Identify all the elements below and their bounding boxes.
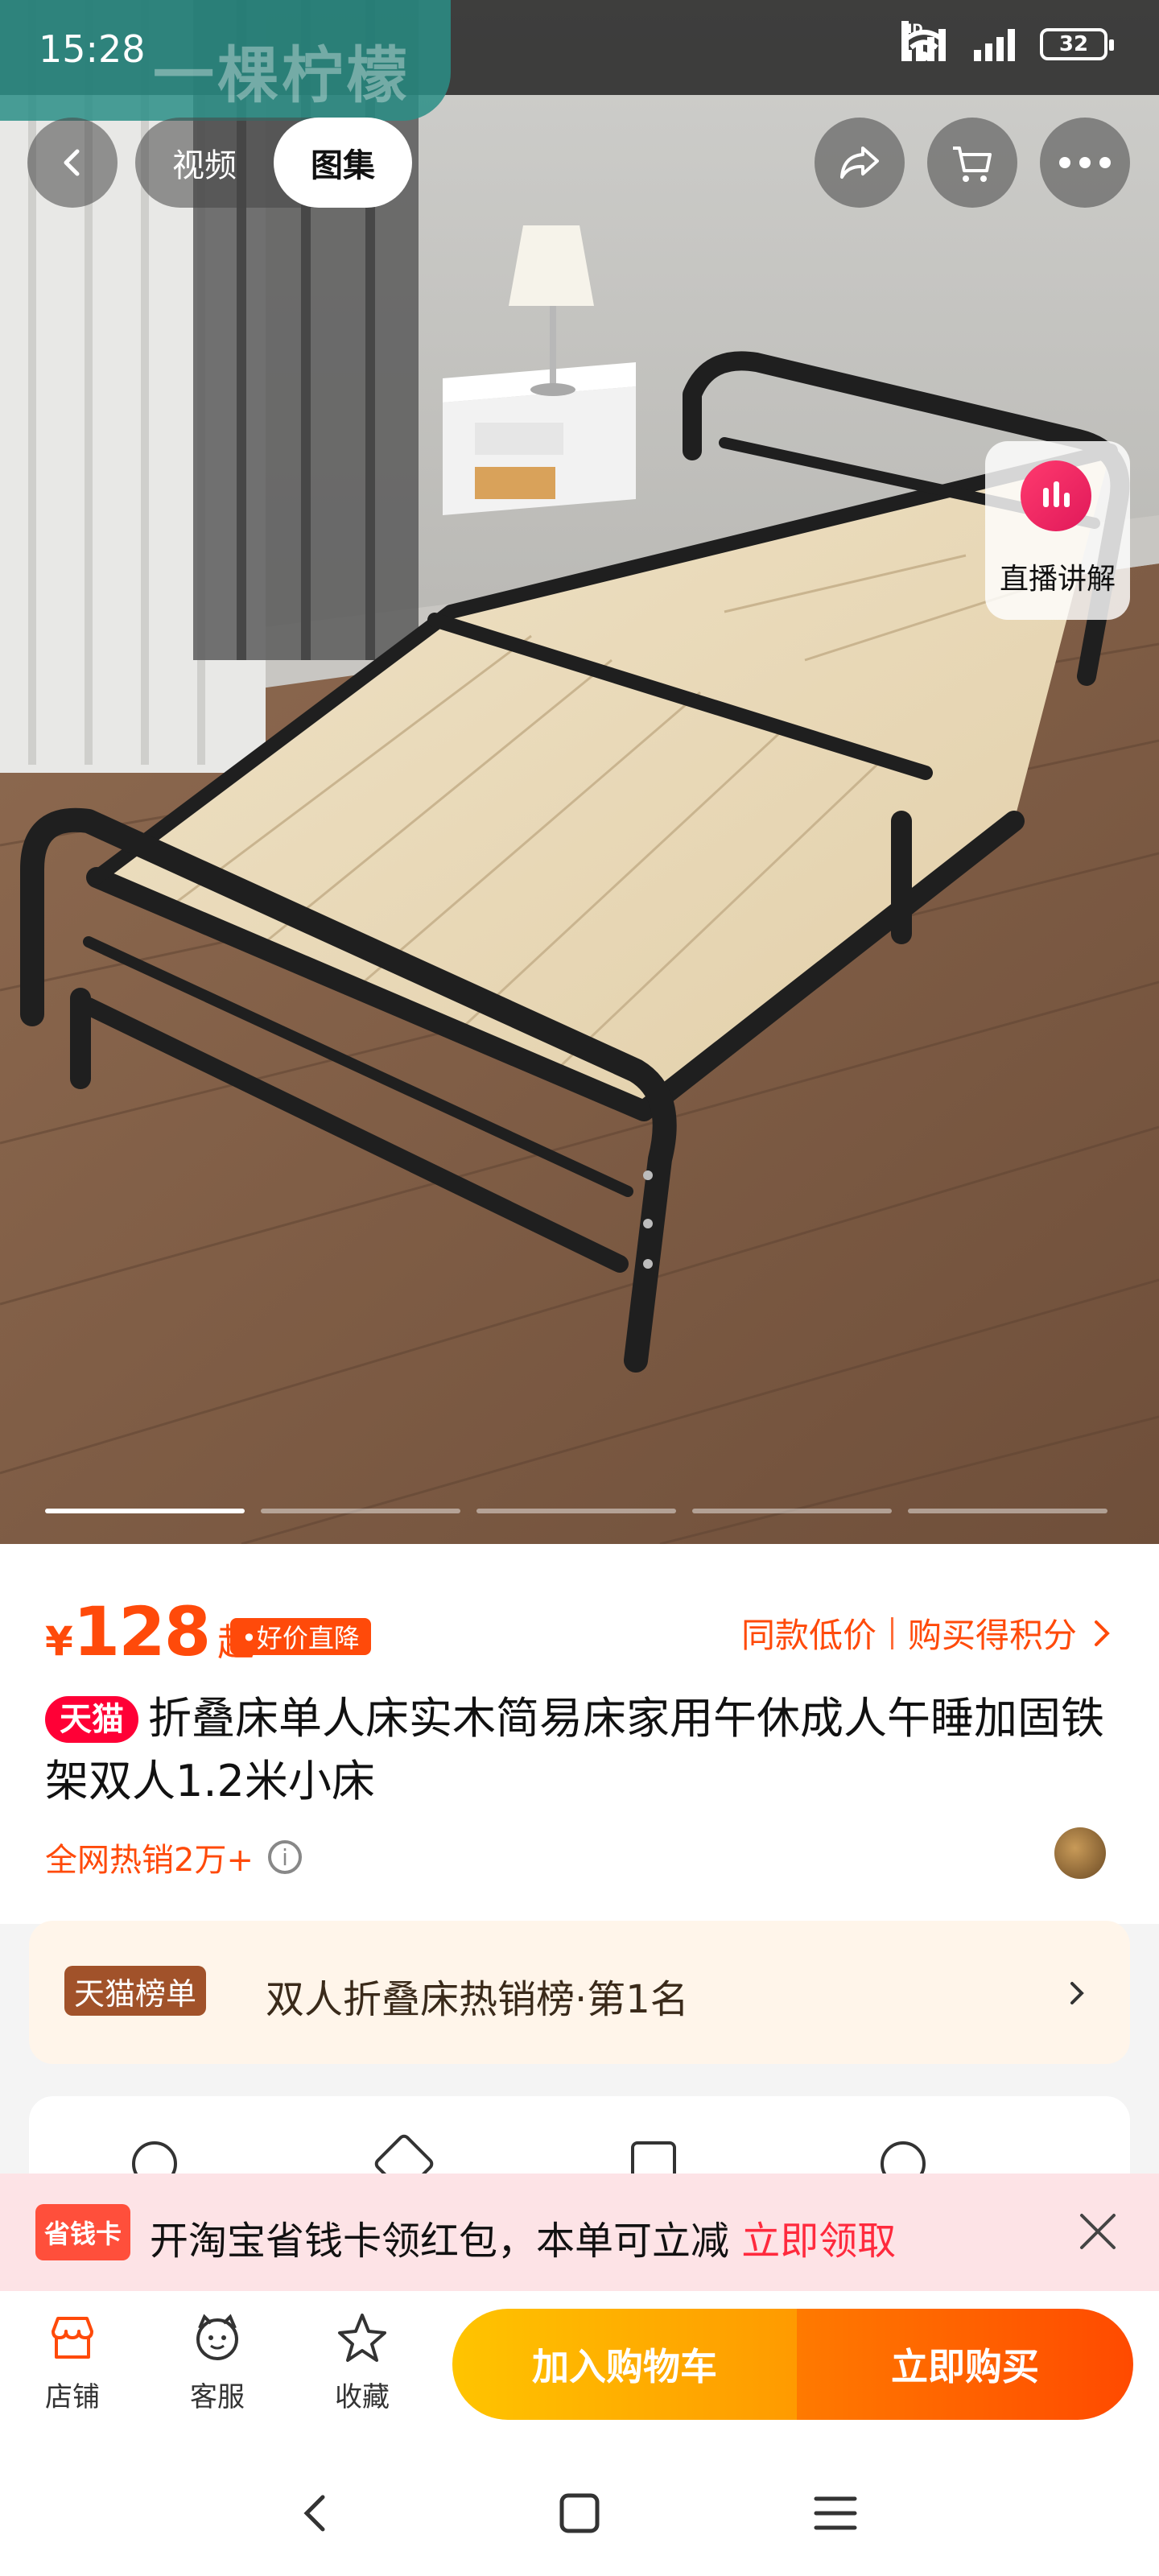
nav-back-button[interactable] <box>283 2481 348 2545</box>
gallery-pagination <box>45 1509 1107 1513</box>
shop-label: 店铺 <box>45 2381 100 2413</box>
cart-icon <box>953 147 992 182</box>
status-icons: HD 32 <box>901 21 1114 61</box>
currency-symbol: ¥ <box>45 1618 73 1665</box>
pagination-dot[interactable] <box>261 1509 460 1513</box>
product-title: 天猫 折叠床单人床实木简易床家用午休成人午睡加固铁架双人1.2米小床 <box>45 1687 1116 1813</box>
pagination-dot[interactable] <box>692 1509 892 1513</box>
home-icon <box>559 2493 600 2533</box>
nav-home-button[interactable] <box>547 2481 612 2545</box>
price-benefits-link[interactable]: 同款低价 购买得积分 <box>741 1608 1112 1657</box>
nav-menu-button[interactable] <box>803 2481 868 2545</box>
product-image-gallery[interactable]: 一棵柠檬 15:28 HD 32 视频 图集 直播讲解 <box>0 0 1159 1544</box>
more-icon <box>1059 157 1111 168</box>
wifi-icon <box>903 30 945 61</box>
brand-watermark-text: 一棵柠檬 <box>153 39 410 111</box>
product-title-text: 折叠床单人床实木简易床家用午休成人午睡加固铁架双人1.2米小床 <box>45 1693 1104 1806</box>
tmall-ranking-badge: 天猫榜单 <box>64 1966 207 2016</box>
live-explain-label: 直播讲解 <box>999 563 1116 596</box>
service-label: 客服 <box>190 2381 245 2413</box>
tab-gallery[interactable]: 图集 <box>274 118 412 208</box>
savings-card-badge: 省钱卡 <box>35 2204 130 2260</box>
system-navigation-bar <box>0 2436 1159 2576</box>
bottom-action-bar: 店铺 客服 收藏 加入购物车 立即购买 <box>0 2291 1159 2436</box>
favorite-button[interactable]: 收藏 <box>314 2309 410 2414</box>
chevron-right-icon <box>1070 1982 1084 2004</box>
close-icon[interactable] <box>1072 2206 1124 2257</box>
same-low-price: 同款低价 <box>740 1616 876 1655</box>
cart-button[interactable] <box>927 118 1017 208</box>
earn-points: 购买得积分 <box>907 1616 1077 1655</box>
shop-avatar[interactable] <box>1054 1827 1106 1879</box>
promo-text: 开淘宝省钱卡领红包，本单可立减 立即领取 <box>150 2209 896 2265</box>
sales-text: 全网热销2万+ <box>45 1842 254 1879</box>
battery-level: 32 <box>1058 32 1089 56</box>
share-button[interactable] <box>815 118 905 208</box>
signal-icon <box>971 27 1022 61</box>
pagination-dot[interactable] <box>908 1509 1107 1513</box>
battery-icon: 32 <box>1040 28 1114 60</box>
back-button[interactable] <box>27 118 118 208</box>
ranking-card[interactable]: 天猫榜单 双人折叠床热销榜·第1名 <box>29 1921 1130 2064</box>
favorite-label: 收藏 <box>335 2381 390 2413</box>
menu-icon <box>814 2496 857 2530</box>
back-icon <box>64 149 80 176</box>
back-icon <box>303 2495 325 2532</box>
product-info: ¥ 128 起 •好价直降 同款低价 购买得积分 天猫折叠床单人床实木简易床家用… <box>0 1544 1159 1924</box>
customer-service-button[interactable]: 客服 <box>169 2309 266 2414</box>
buy-now-button[interactable]: 立即购买 <box>797 2309 1133 2420</box>
live-icon <box>1021 460 1091 531</box>
info-icon[interactable]: i <box>267 1840 302 1874</box>
claim-link[interactable]: 立即领取 <box>741 2219 896 2264</box>
share-icon <box>840 147 879 179</box>
tmall-badge: 天猫 <box>45 1696 138 1743</box>
shop-button[interactable]: 店铺 <box>24 2309 121 2414</box>
tab-video[interactable]: 视频 <box>135 118 274 208</box>
divider <box>890 1616 893 1649</box>
ranking-text: 双人折叠床热销榜·第1名 <box>266 1977 689 2022</box>
status-time: 15:28 <box>39 27 146 71</box>
star-icon <box>338 2314 386 2362</box>
sales-info: 全网热销2万+ i <box>45 1834 302 1880</box>
add-to-cart-button[interactable]: 加入购物车 <box>452 2309 797 2420</box>
price-drop-tag: •好价直降 <box>230 1618 371 1655</box>
live-explain-button[interactable]: 直播讲解 <box>985 441 1130 620</box>
shop-icon <box>52 2317 93 2359</box>
savings-card-banner[interactable]: 省钱卡 开淘宝省钱卡领红包，本单可立减 立即领取 <box>0 2174 1159 2291</box>
price: ¥ 128 起 <box>45 1592 254 1671</box>
product-photo <box>0 0 1159 1544</box>
media-tabs: 视频 图集 <box>135 118 412 208</box>
promo-message: 开淘宝省钱卡领红包，本单可立减 <box>150 2219 730 2264</box>
price-value: 128 <box>72 1592 211 1671</box>
pagination-dot[interactable] <box>476 1509 676 1513</box>
chevron-right-icon <box>1095 1620 1110 1646</box>
pagination-dot-active[interactable] <box>45 1509 245 1513</box>
more-button[interactable] <box>1040 118 1130 208</box>
service-icon <box>196 2314 238 2360</box>
